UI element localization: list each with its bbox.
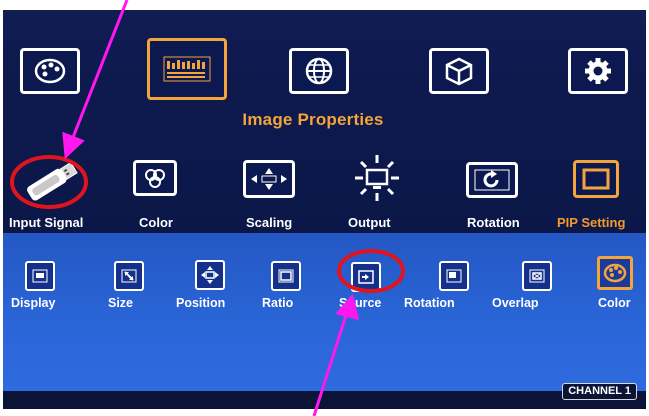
display-icon[interactable]: [25, 261, 55, 291]
sub-label-display: Display: [11, 296, 56, 310]
menu-label-output: Output: [348, 215, 391, 230]
globe-icon[interactable]: [289, 48, 349, 94]
menu-label-color: Color: [139, 215, 173, 230]
image-properties-icon[interactable]: [147, 38, 227, 100]
rotation-icon[interactable]: [466, 162, 518, 198]
scaling-arrows-icon[interactable]: [243, 160, 295, 198]
sub-label-color: Color: [598, 296, 631, 310]
menu-label-rotation: Rotation: [467, 215, 520, 230]
rotation-sub-icon[interactable]: [439, 261, 469, 291]
overlap-icon[interactable]: [522, 261, 552, 291]
sub-label-source: Source: [339, 296, 382, 310]
ratio-icon[interactable]: [271, 261, 301, 291]
category-title: Image Properties: [242, 110, 384, 129]
pip-icon[interactable]: [573, 160, 619, 198]
menu-item-input-signal[interactable]: [11, 160, 91, 202]
menu-label-scaling: Scaling: [246, 215, 293, 230]
status-bar: [3, 391, 646, 409]
menu-label-input-signal: Input Signal: [9, 215, 84, 230]
position-icon[interactable]: [195, 260, 225, 290]
menu-label-pip-setting: PIP Setting: [557, 215, 626, 230]
gear-icon[interactable]: [568, 48, 628, 94]
source-icon[interactable]: [351, 262, 381, 292]
color-circles-icon[interactable]: [133, 160, 177, 196]
sub-label-rotation: Rotation: [404, 296, 455, 310]
sub-menu-band: [3, 233, 646, 391]
sub-label-position: Position: [176, 296, 226, 310]
sub-label-size: Size: [108, 296, 134, 310]
output-monitor-icon[interactable]: [351, 153, 403, 203]
usb-plug-icon: [27, 161, 78, 201]
sub-label-overlap: Overlap: [492, 296, 539, 310]
osd-screen: Image Properties Input Signal Color Scal…: [3, 10, 646, 409]
sub-label-ratio: Ratio: [262, 296, 294, 310]
size-icon[interactable]: [114, 261, 144, 291]
cube-icon[interactable]: [429, 48, 489, 94]
color-sub-icon[interactable]: [597, 256, 633, 290]
channel-indicator: CHANNEL 1: [562, 383, 637, 400]
palette-icon[interactable]: [20, 48, 80, 94]
